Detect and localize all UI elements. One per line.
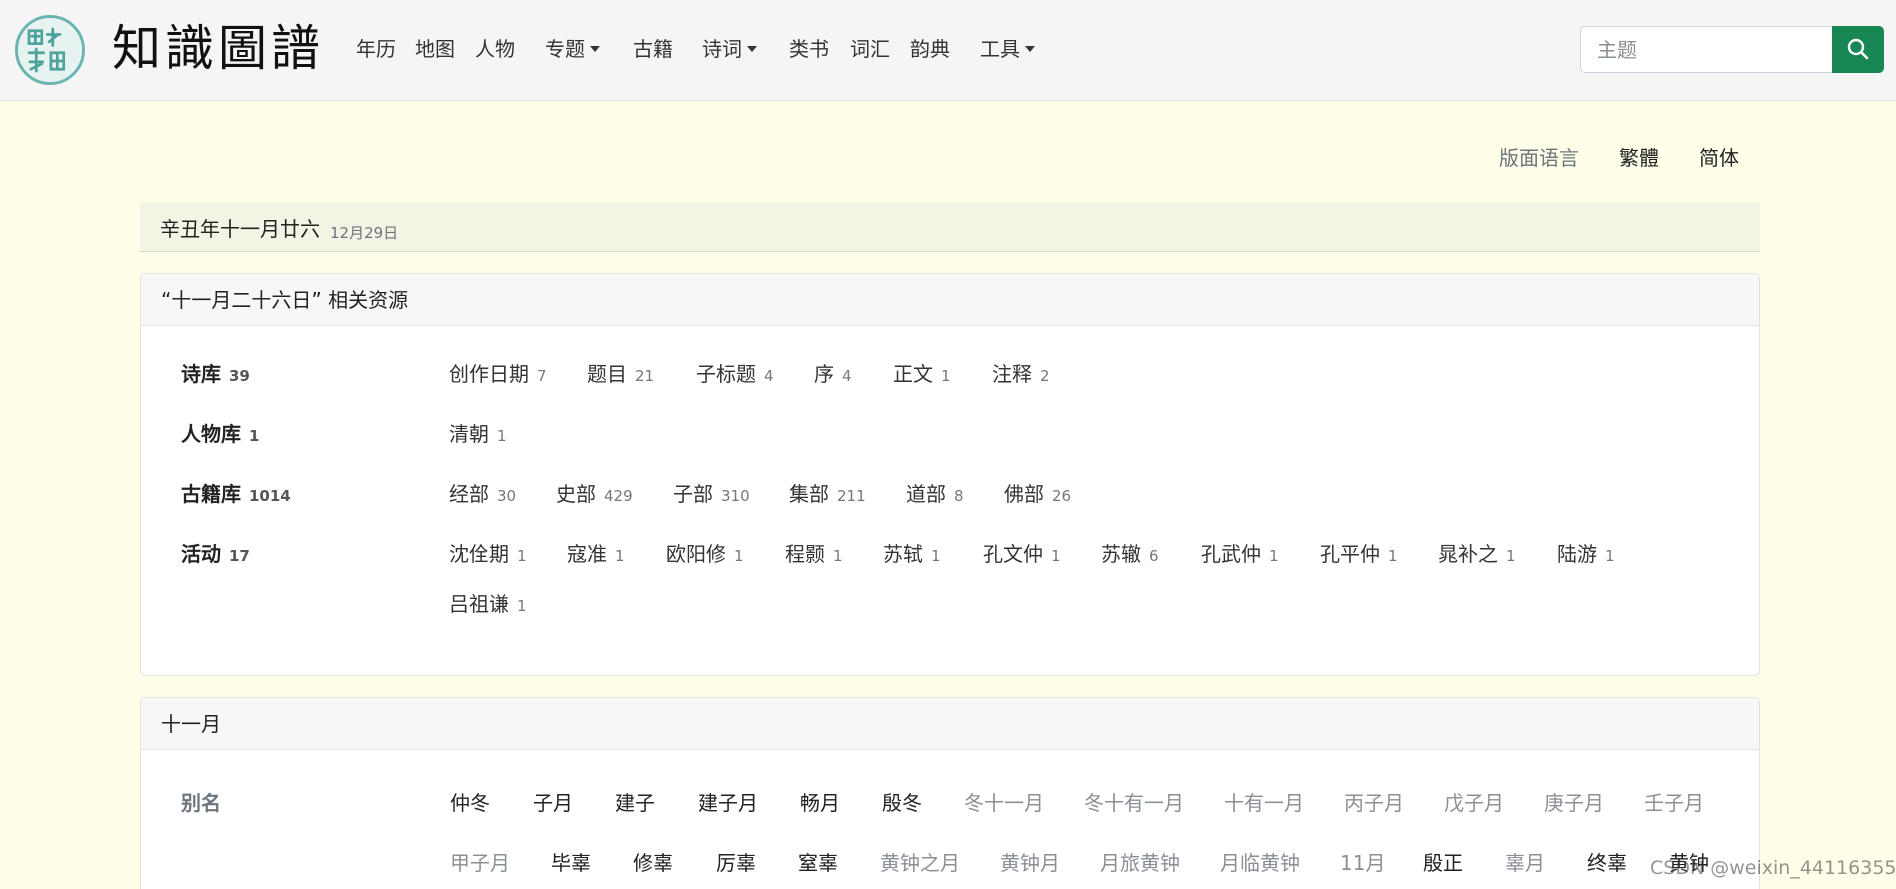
language-simplified-link[interactable]: 简体 <box>1699 144 1739 172</box>
alias-link[interactable]: 殷正 <box>1423 847 1463 876</box>
alias-link[interactable]: 窒辜 <box>798 847 838 876</box>
alias-link[interactable]: 仲冬 <box>450 787 490 816</box>
nav-item-tools[interactable]: 工具 <box>980 33 1035 65</box>
nav-item-poetry[interactable]: 诗词 <box>702 33 757 65</box>
language-traditional-link[interactable]: 繁體 <box>1619 144 1659 172</box>
search-button[interactable] <box>1832 26 1884 73</box>
resource-link[interactable]: 吕祖谦 1 <box>449 588 527 617</box>
alias-link[interactable]: 殷冬 <box>882 787 922 816</box>
resource-link[interactable]: 道部 8 <box>906 478 964 507</box>
resources-card-header: “十一月二十六日” 相关资源 <box>141 274 1759 326</box>
resource-link[interactable]: 子部 310 <box>673 478 750 507</box>
alias-link[interactable]: 丙子月 <box>1344 787 1404 816</box>
alias-link[interactable]: 戊子月 <box>1444 787 1504 816</box>
resource-link[interactable]: 苏轼 1 <box>883 538 941 567</box>
caret-down-icon <box>1025 46 1035 52</box>
alias-link[interactable]: 壬子月 <box>1644 787 1704 816</box>
alias-link[interactable]: 厉辜 <box>716 847 756 876</box>
resource-link[interactable]: 孔文仲 1 <box>983 538 1061 567</box>
resource-link[interactable]: 序4 <box>814 358 852 387</box>
resource-link[interactable]: 正文 1 <box>893 358 951 387</box>
resource-link[interactable]: 欧阳修 1 <box>666 538 744 567</box>
resource-link[interactable]: 经部 30 <box>449 478 516 507</box>
alias-link[interactable]: 毕辜 <box>551 847 591 876</box>
alias-link[interactable]: 黄钟月 <box>1000 847 1060 876</box>
lunar-date: 辛丑年十一月廿六 <box>160 217 320 241</box>
resource-link[interactable]: 寇准 1 <box>567 538 625 567</box>
caret-down-icon <box>747 46 757 52</box>
resource-row-label: 诗库 39 <box>181 362 250 386</box>
search-input[interactable] <box>1580 26 1832 73</box>
resource-link[interactable]: 题目 21 <box>587 358 654 387</box>
nav-item-topics[interactable]: 专题 <box>545 33 600 65</box>
resource-link[interactable]: 孔平仲 1 <box>1320 538 1398 567</box>
alias-link[interactable]: 修辜 <box>633 847 673 876</box>
resource-link[interactable]: 沈佺期 1 <box>449 538 527 567</box>
search-icon <box>1847 38 1869 60</box>
alias-link[interactable]: 月临黄钟 <box>1220 847 1300 876</box>
nav-item-rhyme[interactable]: 韵典 <box>910 33 950 65</box>
alias-link[interactable]: 畅月 <box>800 787 840 816</box>
alias-link[interactable]: 庚子月 <box>1544 787 1604 816</box>
resource-link[interactable]: 创作日期 7 <box>449 358 547 387</box>
language-label: 版面语言 <box>1499 146 1579 170</box>
watermark: CSDN @weixin_44116355 <box>1650 857 1896 879</box>
resource-link[interactable]: 史部 429 <box>556 478 633 507</box>
alias-link[interactable]: 冬十一月 <box>964 787 1044 816</box>
resource-row-label: 活动 17 <box>181 542 250 566</box>
resource-link[interactable]: 晁补之 1 <box>1438 538 1516 567</box>
month-card: 十一月 别名 仲冬 子月 建子 建子月 畅月 殷冬 冬十一月 冬十有一月 十有一… <box>140 697 1760 889</box>
brand-title[interactable]: 知識圖譜 <box>112 16 324 82</box>
date-bar: 辛丑年十一月廿六 12月29日 <box>140 202 1760 252</box>
seal-logo-icon[interactable] <box>15 15 85 85</box>
alias-link[interactable]: 甲子月 <box>450 847 510 876</box>
alias-link[interactable]: 月旅黄钟 <box>1100 847 1180 876</box>
nav-item-calendar[interactable]: 年历 <box>356 33 396 65</box>
alias-link[interactable]: 十有一月 <box>1224 787 1304 816</box>
alias-link[interactable]: 终辜 <box>1587 847 1627 876</box>
resources-card: “十一月二十六日” 相关资源 诗库 39 创作日期 7 题目 21 子标题 4 序4 正… <box>140 273 1760 676</box>
alias-link[interactable]: 11月 <box>1340 847 1385 876</box>
nav-item-vocabulary[interactable]: 词汇 <box>850 33 890 65</box>
resource-link[interactable]: 苏辙 6 <box>1101 538 1159 567</box>
alias-link[interactable]: 子月 <box>533 787 573 816</box>
resource-link[interactable]: 程颢 1 <box>785 538 843 567</box>
nav-item-map[interactable]: 地图 <box>415 33 455 65</box>
nav-item-classics[interactable]: 古籍 <box>633 33 673 65</box>
resource-row-label: 人物库 1 <box>181 422 260 446</box>
resource-row-label: 古籍库 1014 <box>181 482 291 506</box>
navbar: 知識圖譜 年历 地图 人物 专题 古籍 诗词 类书 词汇 韵典 工具 <box>0 0 1896 101</box>
alias-label: 别名 <box>181 791 221 815</box>
resource-link[interactable]: 子标题 4 <box>696 358 774 387</box>
alias-link[interactable]: 冬十有一月 <box>1084 787 1184 816</box>
resource-link[interactable]: 清朝 1 <box>449 418 507 447</box>
resource-link[interactable]: 孔武仲 1 <box>1201 538 1279 567</box>
month-card-header: 十一月 <box>141 698 1759 750</box>
alias-link[interactable]: 黄钟之月 <box>880 847 960 876</box>
nav-item-people[interactable]: 人物 <box>475 33 515 65</box>
resource-link[interactable]: 佛部 26 <box>1004 478 1071 507</box>
alias-link[interactable]: 建子月 <box>698 787 758 816</box>
alias-link[interactable]: 辜月 <box>1505 847 1545 876</box>
alias-link[interactable]: 建子 <box>615 787 655 816</box>
solar-date: 12月29日 <box>330 224 399 242</box>
resource-link[interactable]: 陆游 1 <box>1557 538 1615 567</box>
caret-down-icon <box>590 46 600 52</box>
resource-link[interactable]: 集部 211 <box>789 478 866 507</box>
nav-item-encyclopedia[interactable]: 类书 <box>789 33 829 65</box>
resource-link[interactable]: 注释 2 <box>992 358 1050 387</box>
